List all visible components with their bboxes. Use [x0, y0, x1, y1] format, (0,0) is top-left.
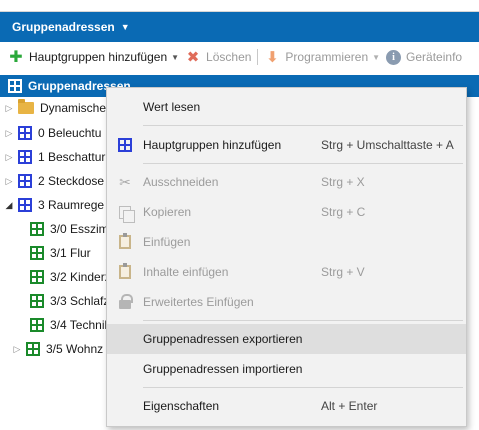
tree-item-steckdosen[interactable]: ▷ 2 Steckdose [4, 169, 104, 193]
toolbar-divider [257, 49, 259, 65]
group-address-icon [8, 79, 22, 93]
menu-item-import-group-addresses[interactable]: Gruppenadressen importieren [107, 354, 466, 384]
menu-item-label: Gruppenadressen importieren [143, 362, 303, 376]
tree-item-schlafzimmer[interactable]: 3/3 Schlafz [30, 289, 109, 313]
menu-item-export-group-addresses[interactable]: Gruppenadressen exportieren [107, 324, 466, 354]
group-address-icon [18, 126, 32, 140]
tree-item-label: 3/1 Flur [50, 246, 91, 260]
menu-item-paste[interactable]: Einfügen [107, 227, 466, 257]
menu-item-label: Kopieren [143, 205, 192, 219]
tree-item-label: 3/0 Esszim [50, 222, 109, 236]
delete-label: Löschen [206, 50, 252, 64]
program-label: Programmieren [285, 50, 369, 64]
expand-arrow-icon[interactable]: ▷ [4, 152, 14, 163]
menu-separator [143, 387, 463, 388]
tree-item-dynamic[interactable]: ▷ Dynamische [4, 96, 106, 120]
menu-separator [143, 320, 463, 321]
menu-item-paste-contents[interactable]: Inhalte einfügen Strg + V [107, 257, 466, 287]
menu-item-label: Gruppenadressen exportieren [143, 332, 303, 346]
menu-item-copy[interactable]: Kopieren Strg + C [107, 197, 466, 227]
copy-icon [119, 205, 135, 223]
group-address-icon [30, 318, 44, 332]
menu-separator [143, 125, 463, 126]
menu-item-add-main-groups[interactable]: Hauptgruppen hinzufügen Strg + Umschaltt… [107, 130, 466, 160]
menu-item-label: Eigenschaften [143, 399, 220, 413]
delete-button[interactable]: ✖ Löschen [185, 42, 252, 72]
toolbar: ✚ Hauptgruppen hinzufügen ▼ ✖ Löschen ⬇ … [0, 42, 479, 72]
info-icon: i [386, 49, 402, 65]
menu-item-shortcut: Alt + Enter [321, 399, 378, 413]
tree-item-label: Dynamische [40, 101, 107, 115]
clipboard-icon [119, 233, 131, 249]
clipboard-icon [119, 263, 131, 279]
tree-item-label: 0 Beleuchtu [38, 126, 102, 140]
top-strip [0, 0, 479, 12]
program-button[interactable]: ⬇ Programmieren [264, 42, 368, 72]
tree-item-esszimmer[interactable]: 3/0 Esszim [30, 217, 109, 241]
group-address-icon [118, 138, 132, 152]
menu-item-shortcut: Strg + V [321, 265, 365, 279]
expand-arrow-icon[interactable]: ▷ [4, 128, 14, 139]
add-main-groups-dropdown-icon[interactable]: ▼ [171, 53, 179, 62]
collapse-arrow-icon[interactable]: ◢ [4, 200, 14, 211]
panel-title: Gruppenadressen [12, 20, 115, 34]
menu-item-label: Einfügen [143, 235, 191, 249]
tree-item-label: 3 Raumrege [38, 198, 105, 212]
menu-item-shortcut: Strg + C [321, 205, 366, 219]
expand-arrow-icon[interactable]: ▷ [12, 344, 22, 355]
scissors-icon: ✂ [119, 173, 131, 190]
group-address-icon [30, 246, 44, 260]
tree-item-beschattung[interactable]: ▷ 1 Beschattur [4, 145, 105, 169]
add-main-groups-button[interactable]: ✚ Hauptgruppen hinzufügen [8, 42, 167, 72]
menu-item-label: Wert lesen [143, 100, 201, 114]
folder-icon [18, 99, 34, 114]
device-info-label: Geräteinfo [406, 50, 463, 64]
download-arrow-icon: ⬇ [266, 49, 279, 66]
menu-item-label: Hauptgruppen hinzufügen [143, 138, 282, 152]
tree-item-label: 3/2 Kinderz [50, 270, 111, 284]
menu-item-extended-paste[interactable]: Erweitertes Einfügen [107, 287, 466, 317]
group-address-icon [18, 198, 32, 212]
tree-item-label: 3/5 Wohnz [46, 342, 104, 356]
group-address-icon [30, 294, 44, 308]
chevron-down-icon[interactable]: ▼ [121, 22, 130, 32]
expand-arrow-icon[interactable]: ▷ [4, 103, 14, 114]
menu-item-read-value[interactable]: Wert lesen [107, 92, 466, 122]
menu-item-label: Erweitertes Einfügen [143, 295, 254, 309]
tree-item-label: 2 Steckdose [38, 174, 105, 188]
tree-item-technik[interactable]: 3/4 Technik [30, 313, 111, 337]
tree-item-beleuchtung[interactable]: ▷ 0 Beleuchtu [4, 121, 101, 145]
expand-arrow-icon[interactable]: ▷ [4, 176, 14, 187]
menu-item-label: Ausschneiden [143, 175, 219, 189]
plus-icon: ✚ [9, 49, 23, 66]
menu-item-properties[interactable]: Eigenschaften Alt + Enter [107, 391, 466, 421]
menu-item-cut[interactable]: ✂ Ausschneiden Strg + X [107, 167, 466, 197]
menu-item-shortcut: Strg + Umschalttaste + A [321, 138, 454, 152]
menu-item-label: Inhalte einfügen [143, 265, 229, 279]
tree-item-kinderzimmer[interactable]: 3/2 Kinderz [30, 265, 111, 289]
tree-item-label: 3/3 Schlafz [50, 294, 110, 308]
program-dropdown-icon[interactable]: ▼ [372, 53, 380, 62]
add-main-groups-label: Hauptgruppen hinzufügen [29, 50, 168, 64]
context-menu: Wert lesen Hauptgruppen hinzufügen Strg … [106, 87, 467, 427]
lock-icon [119, 294, 133, 309]
group-address-icon [26, 342, 40, 356]
x-icon: ✖ [186, 49, 200, 66]
group-address-icon [18, 174, 32, 188]
panel-title-bar[interactable]: Gruppenadressen ▼ [0, 12, 479, 42]
menu-item-shortcut: Strg + X [321, 175, 365, 189]
tree-item-label: 3/4 Technik [50, 318, 111, 332]
tree-item-wohnzimmer[interactable]: ▷ 3/5 Wohnz [12, 337, 103, 361]
menu-separator [143, 163, 463, 164]
device-info-button[interactable]: i Geräteinfo [386, 42, 462, 72]
tree-item-label: 1 Beschattur [38, 150, 106, 164]
tree-item-flur[interactable]: 3/1 Flur [30, 241, 91, 265]
group-address-icon [18, 150, 32, 164]
tree-item-raumregelung[interactable]: ◢ 3 Raumrege [4, 193, 104, 217]
group-address-icon [30, 270, 44, 284]
group-address-icon [30, 222, 44, 236]
